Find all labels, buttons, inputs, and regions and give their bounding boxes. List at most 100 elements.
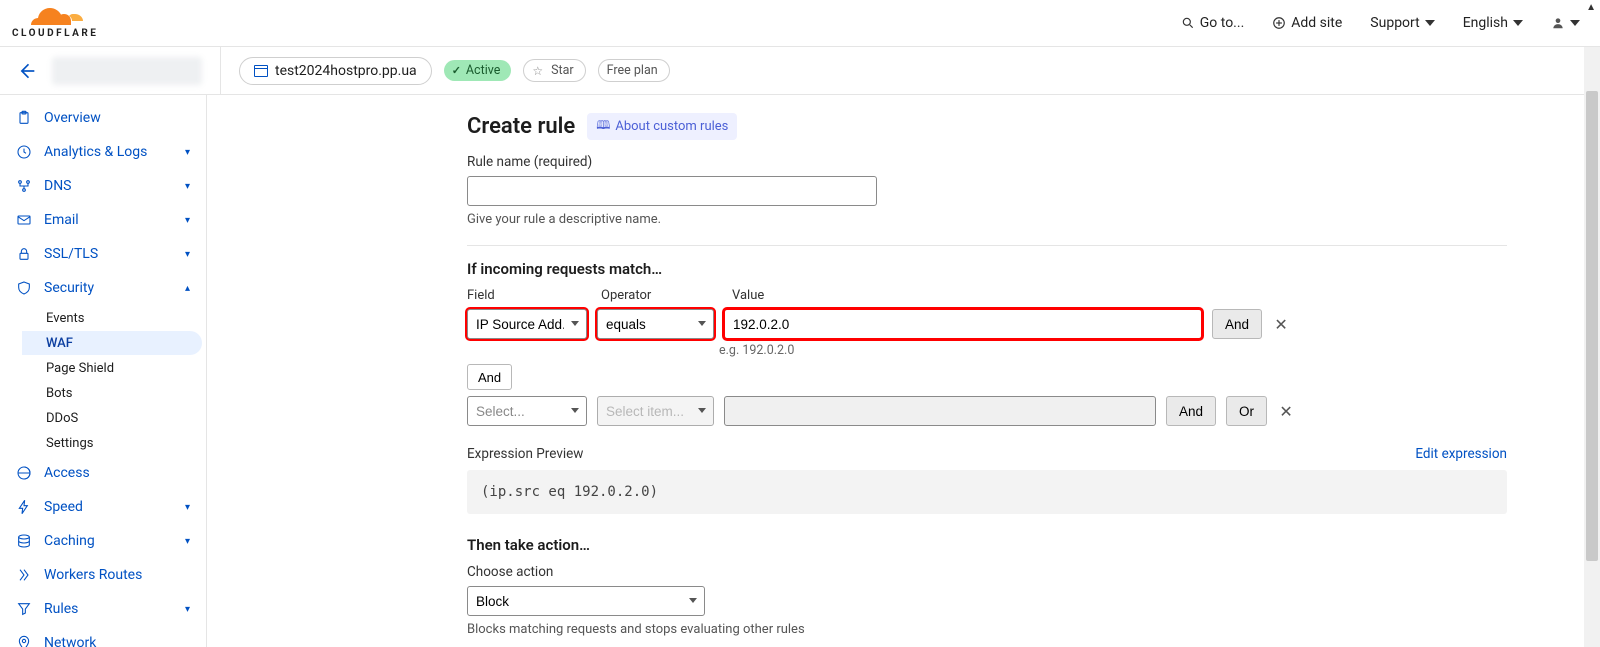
sidebar-item-label: Caching: [44, 533, 95, 549]
sidebar-item-ssl[interactable]: SSL/TLS ▾: [0, 237, 206, 271]
value-input-2: [724, 396, 1156, 426]
pin-icon: [16, 635, 32, 647]
sidebar-item-dns[interactable]: DNS ▾: [0, 169, 206, 203]
cloudflare-logo[interactable]: CLOUDFLARE: [12, 7, 98, 39]
sidebar-item-label: Workers Routes: [44, 567, 142, 583]
sidebar-item-security[interactable]: Security ▴: [0, 271, 206, 305]
col-operator-label: Operator: [601, 288, 718, 303]
site-domain: test2024hostpro.pp.ua: [275, 63, 417, 79]
expression-preview-label: Expression Preview: [467, 446, 583, 462]
sidebar-sub-bots[interactable]: Bots: [0, 381, 202, 405]
sidebar-item-label: DNS: [44, 178, 72, 194]
sidebar-item-access[interactable]: Access: [0, 456, 206, 490]
sidebar-item-rules[interactable]: Rules ▾: [0, 592, 206, 626]
rule-name-hint: Give your rule a descriptive name.: [467, 212, 1507, 227]
col-value-label: Value: [732, 288, 764, 303]
edit-expression-link[interactable]: Edit expression: [1415, 446, 1507, 462]
user-icon: [1551, 16, 1565, 30]
value-input[interactable]: [724, 309, 1202, 339]
breadcrumb-bar: test2024hostpro.pp.ua Active Star Free p…: [0, 47, 1600, 95]
chevron-down-icon: ▾: [185, 502, 190, 513]
support-label: Support: [1370, 15, 1419, 31]
topbar: CLOUDFLARE Go to... Add site Support Eng…: [0, 0, 1600, 47]
or-button[interactable]: Or: [1226, 396, 1267, 426]
goto-label: Go to...: [1200, 15, 1245, 31]
action-hint: Blocks matching requests and stops evalu…: [467, 622, 1507, 637]
sidebar-sub-settings[interactable]: Settings: [0, 431, 202, 455]
sidebar-item-overview[interactable]: Overview: [0, 101, 206, 135]
sidebar-item-label: Network: [44, 635, 96, 647]
sidebar-sub-events[interactable]: Events: [0, 306, 202, 330]
support-menu[interactable]: Support: [1370, 15, 1434, 31]
rule-name-input[interactable]: [467, 176, 877, 206]
goto-search[interactable]: Go to...: [1181, 15, 1245, 31]
and-button-2[interactable]: And: [1166, 396, 1216, 426]
chevron-down-icon: [1570, 20, 1580, 26]
rule-name-label: Rule name (required): [467, 154, 1507, 170]
sidebar-item-speed[interactable]: Speed ▾: [0, 490, 206, 524]
dns-icon: [16, 178, 32, 194]
logo-text: CLOUDFLARE: [12, 28, 98, 39]
action-select[interactable]: Block: [467, 586, 705, 616]
divider: [220, 47, 221, 95]
website-icon: [254, 65, 268, 77]
field-select[interactable]: IP Source Add...: [467, 309, 587, 339]
chevron-down-icon: ▾: [185, 215, 190, 226]
email-icon: [16, 212, 32, 228]
chevron-down-icon: ▾: [185, 604, 190, 615]
scrollbar[interactable]: [1584, 47, 1600, 647]
database-icon: [16, 533, 32, 549]
field-select-2[interactable]: Select...: [467, 396, 587, 426]
sidebar-item-email[interactable]: Email ▾: [0, 203, 206, 237]
chevron-down-icon: ▾: [185, 249, 190, 260]
account-name-redacted[interactable]: [52, 57, 202, 85]
plan-badge: Free plan: [598, 59, 670, 82]
language-menu[interactable]: English: [1463, 15, 1523, 31]
funnel-icon: [16, 601, 32, 617]
chevron-down-icon: ▾: [185, 181, 190, 192]
sidebar-sub-ddos[interactable]: DDoS: [0, 406, 202, 430]
expression-preview: (ip.src eq 192.0.2.0): [467, 470, 1507, 514]
chevron-down-icon: ▾: [185, 147, 190, 158]
access-icon: [16, 465, 32, 481]
main-content: Create rule About custom rules Rule name…: [207, 95, 1600, 647]
sidebar-sub-waf[interactable]: WAF: [22, 331, 202, 355]
sidebar-item-caching[interactable]: Caching ▾: [0, 524, 206, 558]
site-selector[interactable]: test2024hostpro.pp.ua: [239, 57, 432, 85]
sidebar-item-label: Speed: [44, 499, 83, 515]
sidebar-item-analytics[interactable]: Analytics & Logs ▾: [0, 135, 206, 169]
sidebar: Overview Analytics & Logs ▾ DNS ▾ Email ▾ S…: [0, 95, 207, 647]
and-connector-button[interactable]: And: [467, 364, 512, 390]
sidebar-item-network[interactable]: Network: [0, 626, 206, 647]
sidebar-item-label: Security: [44, 280, 94, 296]
star-button[interactable]: Star: [523, 59, 585, 82]
operator-select[interactable]: equals: [597, 309, 714, 339]
shield-icon: [16, 280, 32, 296]
status-badge-active: Active: [444, 60, 512, 81]
search-icon: [1181, 16, 1195, 30]
sidebar-item-label: Analytics & Logs: [44, 144, 147, 160]
account-menu[interactable]: [1551, 16, 1580, 30]
about-custom-rules-link[interactable]: About custom rules: [587, 113, 737, 140]
sidebar-sub-page-shield[interactable]: Page Shield: [0, 356, 202, 380]
sidebar-item-label: Access: [44, 465, 90, 481]
sidebar-item-label: Email: [44, 212, 79, 228]
chevron-up-icon: ▴: [185, 283, 190, 294]
sidebar-item-label: Overview: [44, 110, 101, 126]
and-button[interactable]: And: [1212, 309, 1262, 339]
match-heading: If incoming requests match…: [467, 260, 1507, 278]
add-site-label: Add site: [1291, 15, 1342, 31]
sidebar-item-label: Rules: [44, 601, 78, 617]
add-site-button[interactable]: Add site: [1272, 15, 1342, 31]
choose-action-label: Choose action: [467, 564, 1507, 580]
chevron-down-icon: [1425, 20, 1435, 26]
scrollbar-thumb[interactable]: [1586, 91, 1598, 561]
sidebar-item-label: SSL/TLS: [44, 246, 98, 262]
workers-icon: [16, 567, 32, 583]
language-label: English: [1463, 15, 1508, 31]
remove-row-button[interactable]: ✕: [1272, 315, 1290, 333]
sidebar-item-workers[interactable]: Workers Routes: [0, 558, 206, 592]
back-arrow-icon[interactable]: [16, 61, 36, 81]
remove-row-button-2[interactable]: ✕: [1277, 402, 1295, 420]
chevron-down-icon: ▾: [185, 536, 190, 547]
